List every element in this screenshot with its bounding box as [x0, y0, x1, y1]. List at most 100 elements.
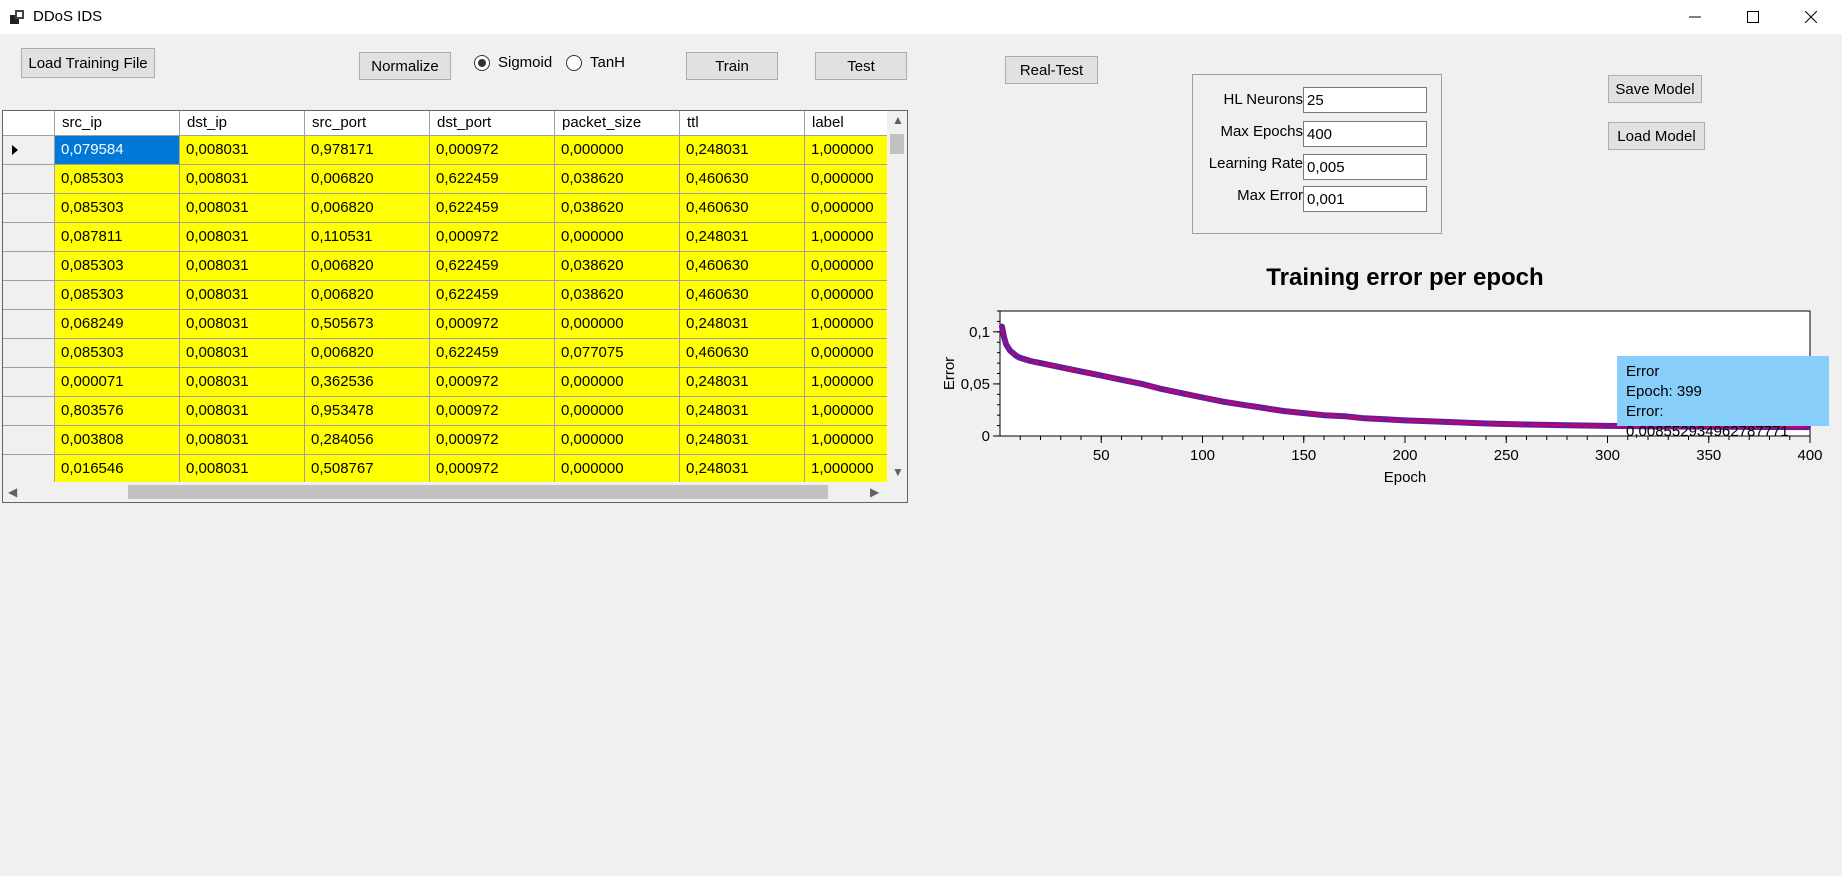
table-cell[interactable]: 0,110531	[305, 223, 430, 252]
table-cell[interactable]: 0,622459	[430, 339, 555, 368]
table-row[interactable]: 0,079584 0,008031 0,978171 0,000972 0,000000…	[3, 136, 889, 165]
row-header[interactable]	[3, 397, 55, 426]
table-cell[interactable]: 0,008031	[180, 194, 305, 223]
table-cell[interactable]: 0,505673	[305, 310, 430, 339]
table-cell[interactable]: 0,803576	[55, 397, 180, 426]
table-row[interactable]: 0,087811 0,008031 0,110531 0,000972 0,000000…	[3, 223, 889, 252]
column-header[interactable]: label	[805, 111, 889, 136]
table-cell[interactable]: 0,248031	[680, 397, 805, 426]
table-cell[interactable]: 0,008031	[180, 136, 305, 165]
table-cell[interactable]: 0,000972	[430, 368, 555, 397]
table-cell[interactable]: 0,248031	[680, 368, 805, 397]
table-cell[interactable]: 0,460630	[680, 281, 805, 310]
table-cell[interactable]: 1,000000	[805, 223, 889, 252]
table-cell[interactable]: 0,622459	[430, 165, 555, 194]
table-cell[interactable]: 0,000000	[555, 223, 680, 252]
table-cell[interactable]: 0,079584	[55, 136, 180, 165]
table-cell[interactable]: 0,006820	[305, 339, 430, 368]
table-cell[interactable]: 1,000000	[805, 455, 889, 484]
table-cell[interactable]: 0,085303	[55, 339, 180, 368]
table-cell[interactable]: 0,362536	[305, 368, 430, 397]
test-button[interactable]: Test	[815, 52, 907, 80]
row-header[interactable]	[3, 368, 55, 397]
load-model-button[interactable]: Load Model	[1608, 122, 1705, 150]
table-cell[interactable]: 0,000000	[555, 136, 680, 165]
max-error-input[interactable]: 0,001	[1303, 186, 1427, 212]
table-cell[interactable]: 1,000000	[805, 426, 889, 455]
table-cell[interactable]: 0,460630	[680, 165, 805, 194]
row-header[interactable]	[3, 136, 55, 165]
table-cell[interactable]: 0,000000	[805, 281, 889, 310]
tanh-radio[interactable]: TanH	[566, 54, 625, 71]
row-header[interactable]	[3, 426, 55, 455]
load-training-file-button[interactable]: Load Training File	[21, 48, 155, 78]
table-row[interactable]: 0,000071 0,008031 0,362536 0,000972 0,000000…	[3, 368, 889, 397]
column-header[interactable]: dst_port	[430, 111, 555, 136]
table-cell[interactable]: 0,000000	[555, 310, 680, 339]
table-cell[interactable]: 0,085303	[55, 281, 180, 310]
table-cell[interactable]: 1,000000	[805, 368, 889, 397]
table-cell[interactable]: 0,000000	[555, 397, 680, 426]
vertical-scrollbar[interactable]: ▲ ▼	[887, 111, 907, 483]
table-cell[interactable]: 0,460630	[680, 339, 805, 368]
table-row[interactable]: 0,085303 0,008031 0,006820 0,622459 0,038620…	[3, 194, 889, 223]
table-cell[interactable]: 0,284056	[305, 426, 430, 455]
table-cell[interactable]: 0,085303	[55, 194, 180, 223]
column-header[interactable]: packet_size	[555, 111, 680, 136]
table-cell[interactable]: 0,000972	[430, 310, 555, 339]
table-cell[interactable]: 1,000000	[805, 136, 889, 165]
table-cell[interactable]: 0,248031	[680, 223, 805, 252]
table-cell[interactable]: 0,003808	[55, 426, 180, 455]
table-cell[interactable]: 0,006820	[305, 252, 430, 281]
table-cell[interactable]: 0,000071	[55, 368, 180, 397]
minimize-button[interactable]	[1666, 0, 1724, 34]
sigmoid-radio[interactable]: Sigmoid	[474, 54, 552, 71]
table-cell[interactable]: 0,008031	[180, 426, 305, 455]
table-cell[interactable]: 0,248031	[680, 426, 805, 455]
table-cell[interactable]: 0,038620	[555, 165, 680, 194]
train-button[interactable]: Train	[686, 52, 778, 80]
table-cell[interactable]: 0,000000	[555, 455, 680, 484]
table-row[interactable]: 0,085303 0,008031 0,006820 0,622459 0,038620…	[3, 252, 889, 281]
table-cell[interactable]: 0,008031	[180, 455, 305, 484]
table-row[interactable]: 0,085303 0,008031 0,006820 0,622459 0,038620…	[3, 281, 889, 310]
table-cell[interactable]: 0,008031	[180, 368, 305, 397]
table-cell[interactable]: 0,006820	[305, 194, 430, 223]
row-header[interactable]	[3, 252, 55, 281]
table-cell[interactable]: 0,000000	[805, 194, 889, 223]
table-row[interactable]: 0,016546 0,008031 0,508767 0,000972 0,000000…	[3, 455, 889, 484]
table-cell[interactable]: 0,068249	[55, 310, 180, 339]
table-cell[interactable]: 0,008031	[180, 397, 305, 426]
table-cell[interactable]: 0,000000	[805, 165, 889, 194]
table-cell[interactable]: 0,087811	[55, 223, 180, 252]
table-cell[interactable]: 0,000000	[555, 368, 680, 397]
table-cell[interactable]: 0,038620	[555, 281, 680, 310]
table-cell[interactable]: 0,000972	[430, 223, 555, 252]
row-header[interactable]	[3, 165, 55, 194]
table-cell[interactable]: 0,008031	[180, 252, 305, 281]
scroll-down-icon[interactable]: ▼	[892, 465, 904, 479]
table-cell[interactable]: 0,508767	[305, 455, 430, 484]
hl-neurons-input[interactable]: 25	[1303, 87, 1427, 113]
table-cell[interactable]: 0,006820	[305, 165, 430, 194]
row-header[interactable]	[3, 310, 55, 339]
column-header[interactable]: dst_ip	[180, 111, 305, 136]
table-cell[interactable]: 0,038620	[555, 252, 680, 281]
table-cell[interactable]: 0,248031	[680, 455, 805, 484]
table-cell[interactable]: 0,016546	[55, 455, 180, 484]
table-cell[interactable]: 0,000000	[805, 339, 889, 368]
table-row[interactable]: 0,068249 0,008031 0,505673 0,000972 0,000000…	[3, 310, 889, 339]
row-header[interactable]	[3, 281, 55, 310]
table-row[interactable]: 0,003808 0,008031 0,284056 0,000972 0,000000…	[3, 426, 889, 455]
scroll-left-icon[interactable]: ◀	[8, 485, 17, 499]
column-header[interactable]: src_ip	[55, 111, 180, 136]
save-model-button[interactable]: Save Model	[1608, 75, 1702, 103]
table-cell[interactable]: 0,978171	[305, 136, 430, 165]
table-cell[interactable]: 1,000000	[805, 310, 889, 339]
table-cell[interactable]: 0,008031	[180, 281, 305, 310]
normalize-button[interactable]: Normalize	[359, 52, 451, 80]
table-cell[interactable]: 0,038620	[555, 194, 680, 223]
maximize-button[interactable]	[1724, 0, 1782, 34]
table-row[interactable]: 0,085303 0,008031 0,006820 0,622459 0,038620…	[3, 165, 889, 194]
table-cell[interactable]: 0,085303	[55, 252, 180, 281]
